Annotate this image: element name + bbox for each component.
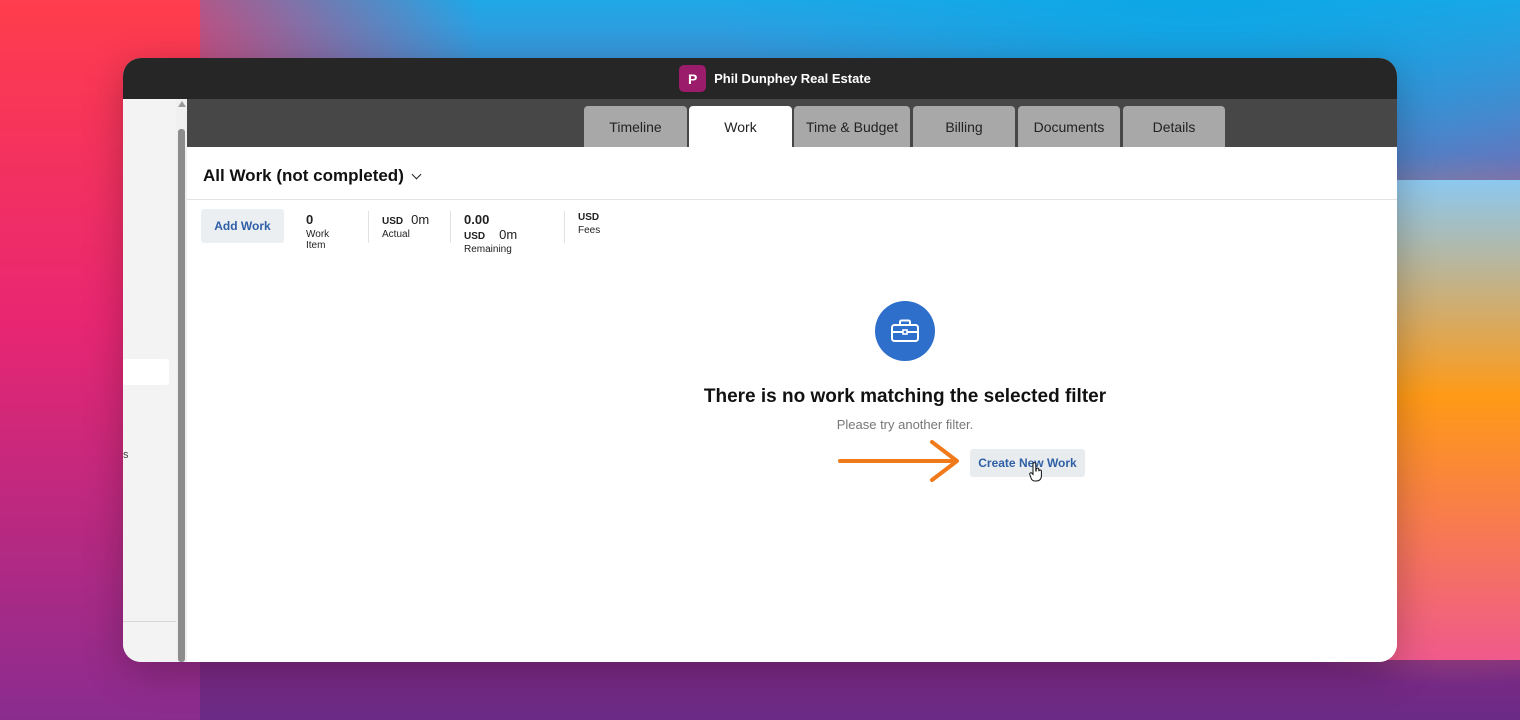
remaining-minutes: 0m bbox=[499, 227, 518, 242]
left-panel-scrollbar[interactable] bbox=[176, 99, 187, 662]
fees-currency: USD bbox=[578, 212, 600, 223]
stat-divider bbox=[368, 211, 369, 243]
briefcase-icon bbox=[891, 319, 919, 342]
tab-details[interactable]: Details bbox=[1123, 106, 1225, 147]
actual-minutes: 0m bbox=[411, 212, 430, 227]
empty-state-badge bbox=[875, 301, 935, 361]
stat-divider bbox=[450, 211, 451, 243]
stat-fees: USD Fees bbox=[578, 212, 600, 236]
remaining-currency: USD bbox=[464, 231, 486, 242]
hand-pointer-cursor-icon bbox=[1029, 462, 1042, 482]
empty-state-subtitle: Please try another filter. bbox=[836, 417, 974, 432]
tab-work[interactable]: Work bbox=[689, 106, 792, 147]
filter-title: All Work (not completed) bbox=[203, 166, 404, 185]
view-header: All Work (not completed) bbox=[187, 147, 1397, 200]
work-item-count: 0 bbox=[306, 212, 314, 227]
chevron-down-icon bbox=[411, 169, 422, 179]
stat-work-item: 0 Work Item bbox=[306, 212, 329, 251]
tab-timeline[interactable]: Timeline bbox=[584, 106, 687, 147]
tab-billing[interactable]: Billing bbox=[913, 106, 1015, 147]
annotation-arrow-icon bbox=[838, 440, 959, 482]
add-work-button[interactable]: Add Work bbox=[201, 209, 284, 243]
stat-divider bbox=[564, 211, 565, 243]
work-item-label: Work Item bbox=[306, 229, 330, 251]
stat-actual: USD 0m Actual bbox=[382, 212, 429, 240]
left-panel-selected-item[interactable] bbox=[123, 359, 169, 385]
left-panel-divider bbox=[123, 621, 176, 622]
title-bar: P Phil Dunphey Real Estate bbox=[123, 58, 1397, 99]
filter-dropdown[interactable]: All Work (not completed) bbox=[203, 166, 422, 186]
remaining-amount: 0.00 bbox=[464, 212, 490, 227]
remaining-label: Remaining bbox=[464, 244, 512, 255]
scrollbar-thumb[interactable] bbox=[178, 129, 185, 662]
left-panel: s bbox=[123, 99, 176, 662]
app-window: P Phil Dunphey Real Estate s Timeline Wo… bbox=[123, 58, 1397, 662]
tab-documents[interactable]: Documents bbox=[1018, 106, 1120, 147]
fees-label: Fees bbox=[578, 225, 601, 236]
create-new-work-button[interactable]: Create New Work bbox=[970, 449, 1085, 477]
left-panel-partial-text: s bbox=[123, 449, 129, 461]
client-name: Phil Dunphey Real Estate bbox=[714, 71, 871, 86]
tab-time-budget[interactable]: Time & Budget bbox=[794, 106, 910, 147]
actual-currency: USD bbox=[382, 216, 404, 227]
client-header: P Phil Dunphey Real Estate bbox=[679, 65, 871, 92]
actual-label: Actual bbox=[382, 229, 410, 240]
tab-bar: Timeline Work Time & Budget Billing Docu… bbox=[187, 99, 1397, 147]
client-avatar: P bbox=[679, 65, 707, 92]
main-content: Timeline Work Time & Budget Billing Docu… bbox=[187, 99, 1397, 662]
scroll-up-arrow-icon[interactable] bbox=[178, 101, 186, 107]
stat-remaining: 0.00 USD 0m Remaining bbox=[464, 212, 517, 255]
empty-state-title: There is no work matching the selected f… bbox=[703, 386, 1107, 407]
